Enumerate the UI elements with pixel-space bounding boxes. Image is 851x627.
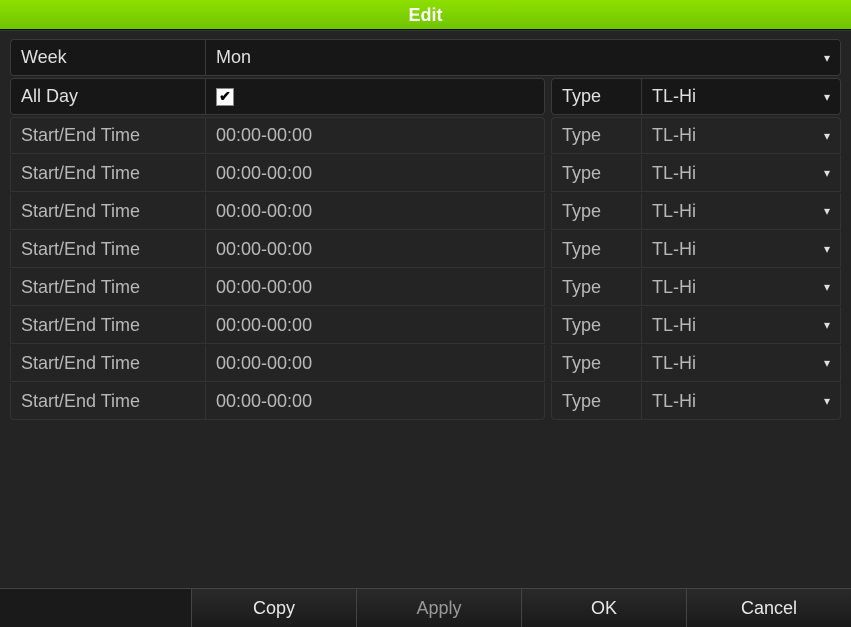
type-label: Type <box>552 231 642 267</box>
time-rows-list: Start/End Time 00:00-00:00 Type TL-Hi ▾ … <box>10 117 841 421</box>
dialog-footer: Copy Apply OK Cancel <box>0 588 851 626</box>
type-label: Type <box>552 345 642 381</box>
time-row-label: Start/End Time <box>11 193 206 229</box>
time-row: Start/End Time 00:00-00:00 Type TL-Hi ▾ <box>10 269 841 307</box>
time-row-label: Start/End Time <box>11 118 206 153</box>
chevron-down-icon: ▾ <box>824 51 830 65</box>
chevron-down-icon: ▾ <box>824 318 830 332</box>
time-range-field[interactable]: 00:00-00:00 <box>206 231 544 267</box>
week-value: Mon <box>216 47 251 68</box>
allday-checkbox[interactable] <box>216 88 234 106</box>
time-row: Start/End Time 00:00-00:00 Type TL-Hi ▾ <box>10 155 841 193</box>
time-row: Start/End Time 00:00-00:00 Type TL-Hi ▾ <box>10 193 841 231</box>
type-label: Type <box>552 193 642 229</box>
type-value: TL-Hi <box>652 201 696 222</box>
type-label: Type <box>552 307 642 343</box>
type-select-active[interactable]: TL-Hi ▾ <box>642 79 840 114</box>
time-row-label: Start/End Time <box>11 383 206 419</box>
time-range-field[interactable]: 00:00-00:00 <box>206 345 544 381</box>
chevron-down-icon: ▾ <box>824 129 830 143</box>
time-range-field[interactable]: 00:00-00:00 <box>206 155 544 191</box>
type-label: Type <box>552 118 642 153</box>
chevron-down-icon: ▾ <box>824 394 830 408</box>
time-range-field[interactable]: 00:00-00:00 <box>206 269 544 305</box>
type-select[interactable]: TL-Hi ▾ <box>642 269 840 305</box>
type-select[interactable]: TL-Hi ▾ <box>642 383 840 419</box>
chevron-down-icon: ▾ <box>824 280 830 294</box>
type-label: Type <box>552 383 642 419</box>
type-value: TL-Hi <box>652 125 696 146</box>
time-row-label: Start/End Time <box>11 269 206 305</box>
time-row: Start/End Time 00:00-00:00 Type TL-Hi ▾ <box>10 383 841 421</box>
time-row-label: Start/End Time <box>11 231 206 267</box>
cancel-button[interactable]: Cancel <box>686 589 851 627</box>
week-label: Week <box>11 40 206 75</box>
dialog-title: Edit <box>0 0 851 30</box>
week-row: Week Mon ▾ <box>10 39 841 76</box>
type-select[interactable]: TL-Hi ▾ <box>642 155 840 191</box>
type-label: Type <box>552 269 642 305</box>
time-range-field[interactable]: 00:00-00:00 <box>206 193 544 229</box>
chevron-down-icon: ▾ <box>824 242 830 256</box>
copy-button[interactable]: Copy <box>191 589 356 627</box>
time-row-label: Start/End Time <box>11 345 206 381</box>
time-row: Start/End Time 00:00-00:00 Type TL-Hi ▾ <box>10 231 841 269</box>
allday-label: All Day <box>11 79 206 114</box>
time-range-field[interactable]: 00:00-00:00 <box>206 383 544 419</box>
type-value: TL-Hi <box>652 353 696 374</box>
dialog-content: Week Mon ▾ All Day Type TL-Hi ▾ Start/En… <box>0 30 851 588</box>
chevron-down-icon: ▾ <box>824 166 830 180</box>
type-value: TL-Hi <box>652 239 696 260</box>
type-label: Type <box>552 155 642 191</box>
type-label-active: Type <box>552 79 642 114</box>
type-select[interactable]: TL-Hi ▾ <box>642 307 840 343</box>
time-range-field[interactable]: 00:00-00:00 <box>206 307 544 343</box>
chevron-down-icon: ▾ <box>824 356 830 370</box>
time-row: Start/End Time 00:00-00:00 Type TL-Hi ▾ <box>10 345 841 383</box>
apply-button[interactable]: Apply <box>356 589 521 627</box>
time-row: Start/End Time 00:00-00:00 Type TL-Hi ▾ <box>10 117 841 155</box>
type-value: TL-Hi <box>652 163 696 184</box>
time-row-label: Start/End Time <box>11 307 206 343</box>
time-row-label: Start/End Time <box>11 155 206 191</box>
chevron-down-icon: ▾ <box>824 90 830 104</box>
type-select[interactable]: TL-Hi ▾ <box>642 118 840 153</box>
week-select[interactable]: Mon ▾ <box>206 40 840 75</box>
allday-checkbox-cell <box>206 79 544 114</box>
time-row: Start/End Time 00:00-00:00 Type TL-Hi ▾ <box>10 307 841 345</box>
chevron-down-icon: ▾ <box>824 204 830 218</box>
type-select[interactable]: TL-Hi ▾ <box>642 193 840 229</box>
time-range-field[interactable]: 00:00-00:00 <box>206 118 544 153</box>
type-value: TL-Hi <box>652 277 696 298</box>
type-select[interactable]: TL-Hi ▾ <box>642 231 840 267</box>
type-value: TL-Hi <box>652 315 696 336</box>
type-value-active: TL-Hi <box>652 86 696 107</box>
type-value: TL-Hi <box>652 391 696 412</box>
type-select[interactable]: TL-Hi ▾ <box>642 345 840 381</box>
ok-button[interactable]: OK <box>521 589 686 627</box>
